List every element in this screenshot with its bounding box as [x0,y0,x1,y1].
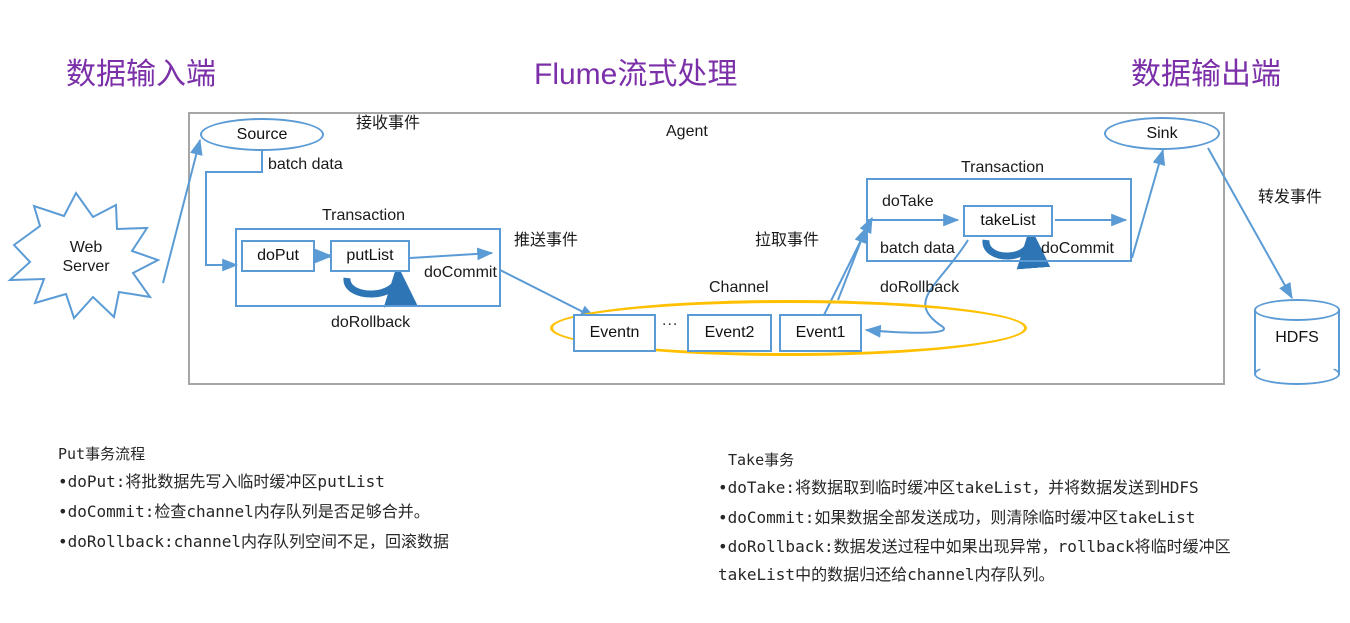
web-server-label-line2: Server [62,258,110,275]
web-server-node: Web Server [36,238,136,276]
take-transaction-title: Transaction [961,159,1044,176]
hdfs-label: HDFS [1275,329,1319,346]
events-ellipsis: ... [662,312,679,329]
put-docommit-label: doCommit [424,264,497,281]
source-label: Source [236,125,288,143]
event-label: Eventn [589,324,640,341]
agent-label: Agent [666,123,708,140]
pull-event-label: 拉取事件 [755,232,820,249]
putlist-label: putList [346,247,394,264]
title-flume-stream: Flume流式处理 [534,58,738,91]
take-notes-heading: Take事务 [728,451,795,469]
takelist-label: takeList [980,212,1036,229]
put-notes-line: •doCommit:检查channel内存队列是否足够合并。 [58,502,430,521]
take-notes-line: •doCommit:如果数据全部发送成功，则清除临时缓冲区takeList [718,508,1196,527]
put-notes-block: Put事务流程 •doPut:将批数据先写入临时缓冲区putList •doCo… [58,443,658,557]
event-label: Event1 [795,324,846,341]
take-dorollback-label: doRollback [880,279,960,296]
push-event-label: 推送事件 [514,232,579,249]
dotake-label: doTake [882,193,934,210]
put-transaction-title: Transaction [322,207,405,224]
doput-label: doPut [257,247,299,264]
put-notes-line: •doPut:将批数据先写入临时缓冲区putList [58,472,385,491]
web-server-label-line1: Web [69,239,103,256]
hdfs-node[interactable]: HDFS [1254,299,1340,385]
sink-label: Sink [1146,124,1178,142]
putlist-node[interactable]: putList [330,240,410,272]
take-docommit-label: doCommit [1041,240,1114,257]
title-data-input: 数据输入端 [66,58,216,91]
take-notes-block: Take事务 •doTake:将数据取到临时缓冲区takeList，并将数据发送… [718,449,1283,589]
put-notes-line: •doRollback:channel内存队列空间不足，回滚数据 [58,532,450,551]
event-box-eventn[interactable]: Eventn [573,314,656,352]
event-box-event2[interactable]: Event2 [687,314,772,352]
batch-data-left-label: batch data [268,156,343,173]
batch-data-right-label: batch data [880,240,955,257]
doput-node[interactable]: doPut [241,240,315,272]
put-notes-heading: Put事务流程 [58,445,146,463]
receive-event-label: 接收事件 [356,115,421,132]
put-dorollback-label: doRollback [331,314,411,331]
take-notes-line: •doTake:将数据取到临时缓冲区takeList，并将数据发送到HDFS [718,478,1199,497]
forward-event-label: 转发事件 [1258,189,1323,206]
channel-label: Channel [709,279,769,296]
takelist-node[interactable]: takeList [963,205,1053,237]
sink-node[interactable]: Sink [1104,117,1220,150]
take-notes-line: •doRollback:数据发送过程中如果出现异常，rollback将临时缓冲区… [718,537,1231,584]
title-data-output: 数据输出端 [1131,58,1281,91]
source-node[interactable]: Source [200,118,324,151]
hdfs-cylinder-bottom [1254,363,1340,385]
diagram-canvas: 数据输入端 Flume流式处理 数据输出端 Agent Web Server S… [0,0,1350,623]
hdfs-cylinder-top [1254,299,1340,321]
event-label: Event2 [704,324,755,341]
event-box-event1[interactable]: Event1 [779,314,862,352]
